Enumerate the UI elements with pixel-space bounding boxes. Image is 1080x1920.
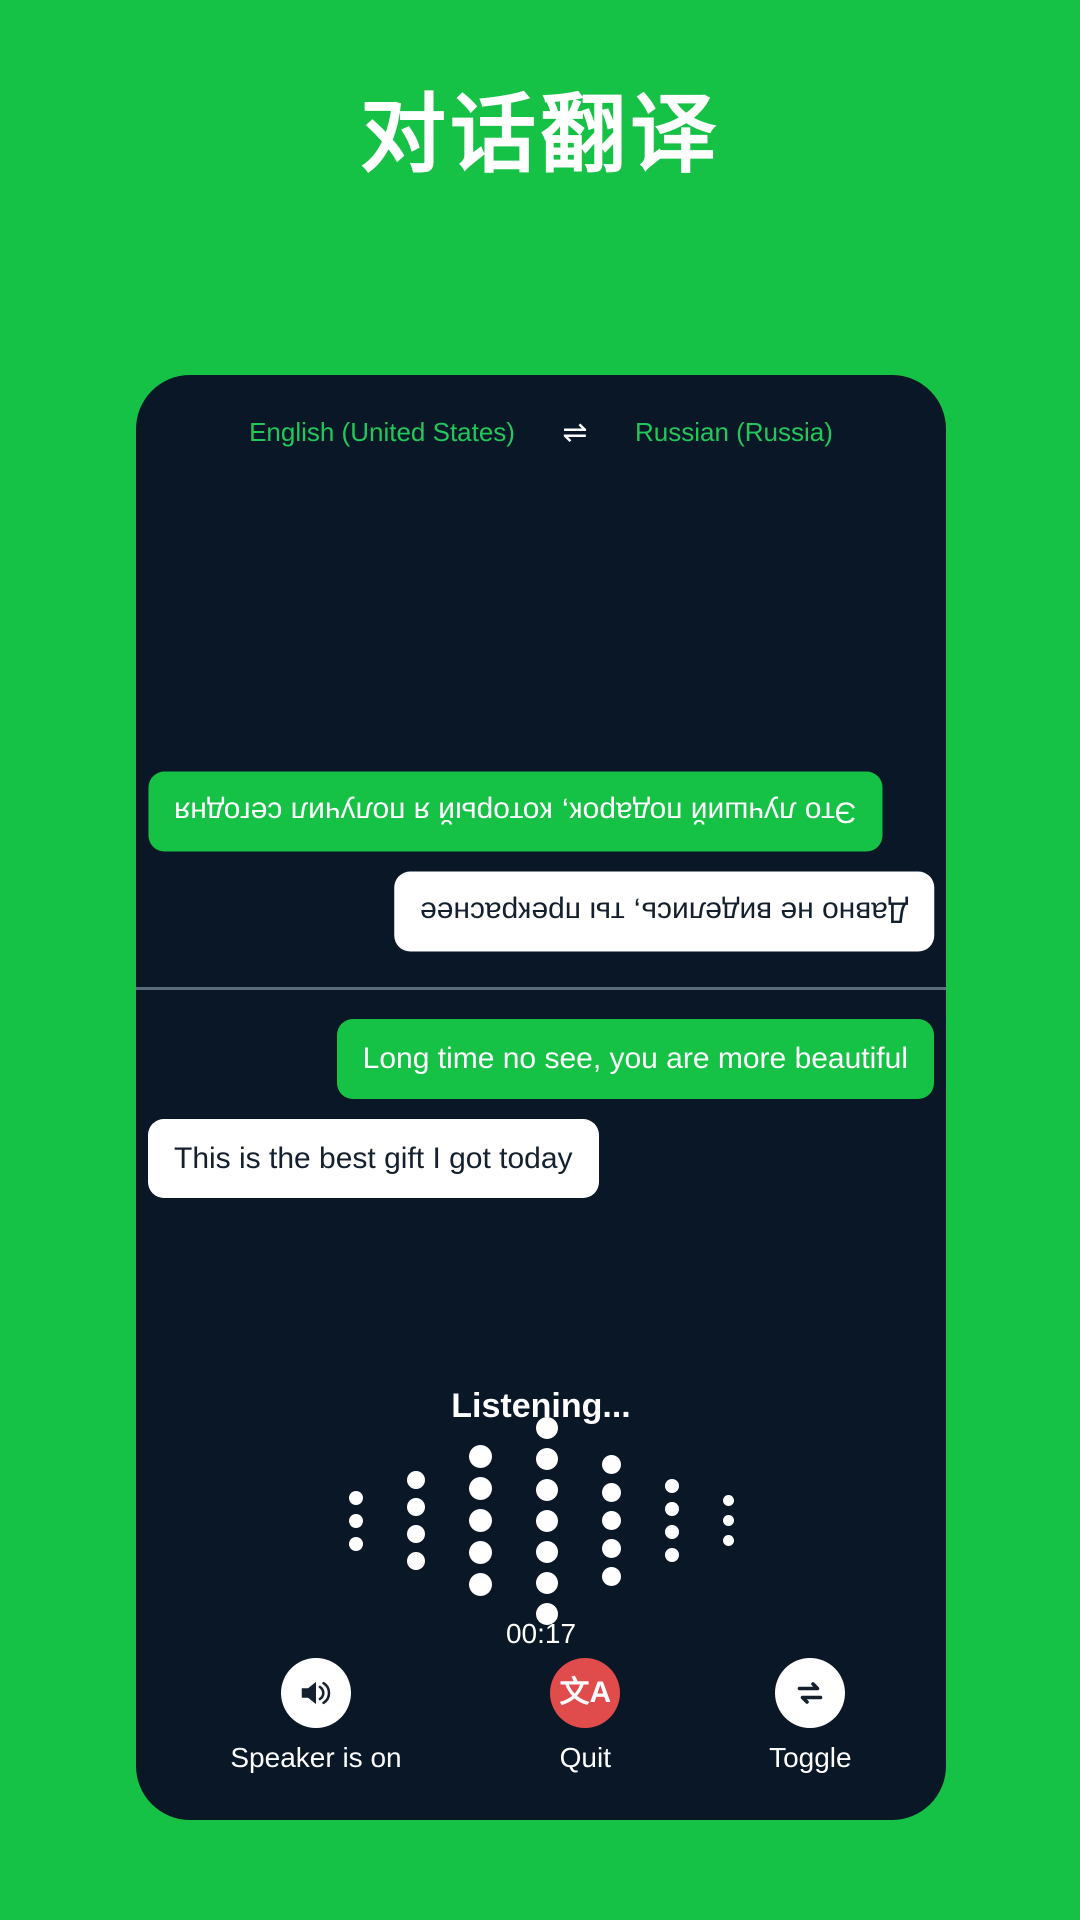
waveform-dot (468, 1573, 492, 1596)
waveform-dot (601, 1483, 621, 1502)
recording-timer: 00:17 (505, 1618, 577, 1649)
waveform-column (664, 1479, 679, 1562)
waveform-dot (406, 1525, 425, 1543)
waveform-dot (535, 1540, 558, 1563)
toggle-button-label: Toggle (769, 1742, 852, 1773)
speaker-button[interactable]: Speaker is on (230, 1658, 402, 1774)
audio-waveform (136, 1416, 946, 1625)
waveform-dot (348, 1513, 363, 1528)
waveform-dot (722, 1515, 734, 1526)
toggle-button[interactable]: Toggle (769, 1658, 852, 1774)
waveform-column (722, 1495, 734, 1546)
waveform-dot (664, 1548, 679, 1562)
waveform-dot (722, 1495, 734, 1506)
waveform-dot (468, 1445, 492, 1468)
panel-divider (136, 987, 946, 990)
conversation-panel-bottom: Long time no see, you are more beautiful… (136, 993, 946, 1218)
waveform-column (348, 1490, 363, 1551)
speaker-button-label: Speaker is on (230, 1742, 402, 1773)
waveform-dot (535, 1447, 558, 1470)
waveform-dot (601, 1511, 621, 1530)
waveform-dot (601, 1539, 621, 1558)
waveform-dot (601, 1455, 621, 1474)
phone-card: English (United States) ⇌ Russian (Russi… (136, 375, 946, 1820)
waveform-column (601, 1455, 621, 1586)
waveform-dot (406, 1552, 425, 1570)
control-bar: Speaker is on 文A Quit Toggle (136, 1658, 946, 1774)
source-language-label[interactable]: English (United States) (249, 417, 515, 448)
waveform-dot (664, 1525, 679, 1539)
quit-button-label: Quit (559, 1742, 612, 1773)
message-bubble: Давно не виделись, ты прекраснее (393, 871, 934, 951)
message-bubble: Это лучший подарок, который я получил се… (148, 772, 883, 852)
waveform-column (535, 1416, 558, 1625)
swap-horizontal-icon[interactable]: ⇌ (555, 417, 595, 448)
waveform-dot (664, 1479, 679, 1493)
waveform-dot (664, 1502, 679, 1516)
waveform-dot (406, 1498, 425, 1516)
quit-button[interactable]: 文A Quit (550, 1658, 621, 1774)
waveform-column (406, 1471, 425, 1570)
waveform-dot (348, 1536, 363, 1551)
target-language-label[interactable]: Russian (Russia) (635, 417, 833, 448)
speaker-on-icon (280, 1658, 351, 1728)
waveform-dot (535, 1509, 558, 1532)
conversation-panel-top: Это лучший подарок, который я получил се… (136, 485, 946, 985)
waveform-dot (348, 1490, 363, 1505)
app-screen: 对话翻译 English (United States) ⇌ Russian (… (0, 0, 1080, 1920)
message-bubble: This is the best gift I got today (148, 1118, 599, 1198)
waveform-dot (406, 1471, 425, 1489)
translate-icon: 文A (550, 1658, 621, 1728)
waveform-dot (535, 1416, 558, 1439)
language-bar: English (United States) ⇌ Russian (Russi… (136, 417, 946, 448)
waveform-dot (468, 1541, 492, 1564)
translate-glyph: 文A (559, 1676, 612, 1709)
repeat-swap-icon (775, 1658, 846, 1728)
waveform-dot (535, 1571, 558, 1594)
waveform-dot (535, 1478, 558, 1501)
waveform-dot (722, 1535, 734, 1546)
waveform-column (468, 1445, 492, 1596)
waveform-dot (468, 1509, 492, 1532)
waveform-dot (601, 1567, 621, 1586)
page-title: 对话翻译 (360, 87, 720, 183)
message-bubble: Long time no see, you are more beautiful (336, 1019, 934, 1099)
waveform-dot (468, 1477, 492, 1500)
